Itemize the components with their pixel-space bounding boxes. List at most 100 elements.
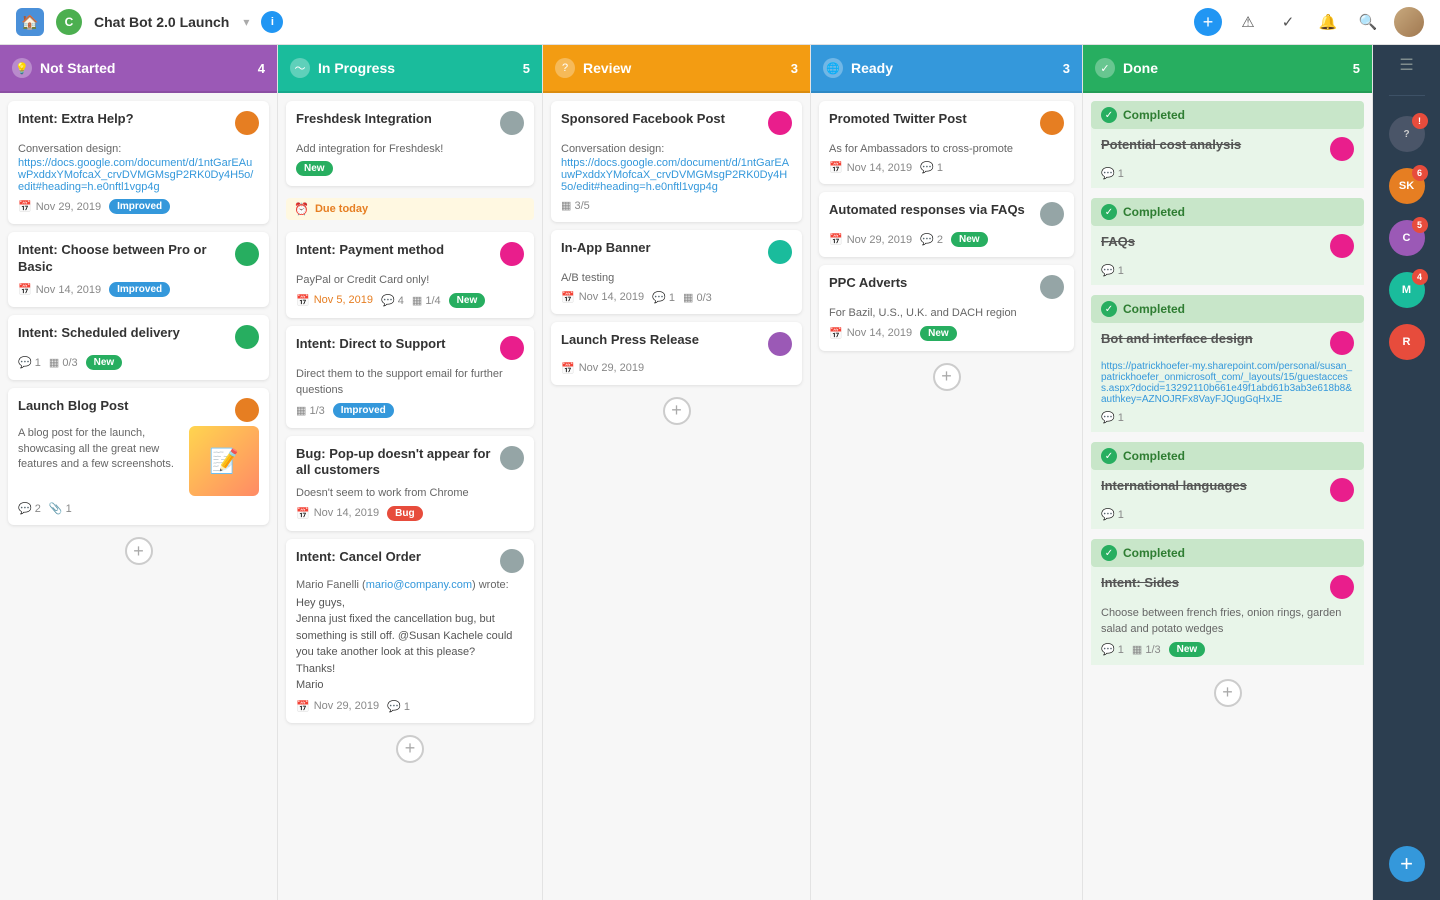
completed-label: Completed bbox=[1123, 302, 1354, 316]
add-card-ready[interactable]: + bbox=[933, 363, 961, 391]
add-button[interactable]: + bbox=[1194, 8, 1222, 36]
card-title: Bug: Pop-up doesn't appear for all custo… bbox=[296, 446, 492, 480]
card-rd1[interactable]: Promoted Twitter Post As for Ambassadors… bbox=[819, 101, 1074, 184]
card-title: Automated responses via FAQs bbox=[829, 202, 1032, 219]
card-desc: Direct them to the support email for fur… bbox=[296, 368, 503, 396]
card-ns4[interactable]: Launch Blog Post A blog post for the lau… bbox=[8, 388, 269, 525]
card-desc: For Bazil, U.S., U.K. and DACH region bbox=[829, 307, 1017, 319]
card-ip2[interactable]: Intent: Payment method PayPal or Credit … bbox=[286, 232, 534, 317]
card-title: Intent: Scheduled delivery bbox=[18, 325, 227, 342]
card-desc: Choose between french fries, onion rings… bbox=[1101, 607, 1341, 635]
card-done-3[interactable]: Bot and interface design https://patrick… bbox=[1091, 323, 1364, 432]
card-desc: Doesn't seem to work from Chrome bbox=[296, 487, 469, 499]
card-avatar bbox=[500, 242, 524, 266]
card-done-5[interactable]: Intent: Sides Choose between french frie… bbox=[1091, 567, 1364, 665]
project-logo: C bbox=[56, 9, 82, 35]
column-header-done: ✓ Done 5 bbox=[1083, 45, 1372, 93]
card-rv3[interactable]: Launch Press Release 📅Nov 29, 2019 bbox=[551, 322, 802, 385]
card-rd3[interactable]: PPC Adverts For Bazil, U.S., U.K. and DA… bbox=[819, 265, 1074, 350]
card-avatar bbox=[1330, 137, 1354, 161]
due-today-divider: ⏰ Due today bbox=[286, 198, 534, 220]
kanban-board: 💡 Not Started 4 Intent: Extra Help? Conv… bbox=[0, 45, 1440, 900]
card-desc: Add integration for Freshdesk! bbox=[296, 143, 443, 155]
card-done-4[interactable]: International languages 💬 1 bbox=[1091, 470, 1364, 529]
done-cards: ✓ Completed Potential cost analysis 💬 1 bbox=[1083, 93, 1372, 900]
column-in-progress: 〜 In Progress 5 Freshdesk Integration Ad… bbox=[278, 45, 543, 900]
user-avatar[interactable] bbox=[1394, 7, 1424, 37]
review-icon: ? bbox=[555, 58, 575, 78]
card-title: International languages bbox=[1101, 478, 1322, 495]
conor-count: 5 bbox=[1412, 217, 1428, 233]
card-desc: Conversation design: bbox=[561, 143, 664, 155]
card-ns3[interactable]: Intent: Scheduled delivery 💬 1 ▦ 0/3 New bbox=[8, 315, 269, 380]
card-ip1[interactable]: Freshdesk Integration Add integration fo… bbox=[286, 101, 534, 186]
card-avatar bbox=[768, 111, 792, 135]
card-avatar bbox=[768, 240, 792, 264]
card-done-2[interactable]: FAQs 💬 1 bbox=[1091, 226, 1364, 285]
sidebar-menu-icon[interactable]: ☰ bbox=[1399, 55, 1413, 75]
completed-section-3: ✓ Completed Bot and interface design htt… bbox=[1091, 295, 1364, 432]
card-title: Intent: Extra Help? bbox=[18, 111, 227, 128]
project-dropdown-icon[interactable]: ▾ bbox=[243, 15, 249, 29]
search-icon[interactable]: 🔍 bbox=[1354, 8, 1382, 36]
card-done-1[interactable]: Potential cost analysis 💬 1 bbox=[1091, 129, 1364, 188]
badge-new: New bbox=[920, 326, 957, 341]
email-from: Mario Fanelli (mario@company.com) wrote: bbox=[296, 579, 524, 591]
card-ip3[interactable]: Intent: Direct to Support Direct them to… bbox=[286, 326, 534, 428]
done-count: 5 bbox=[1353, 61, 1360, 76]
project-title: Chat Bot 2.0 Launch bbox=[94, 14, 229, 30]
completed-label: Completed bbox=[1123, 108, 1354, 122]
in-progress-count: 5 bbox=[523, 61, 530, 76]
sidebar-unassigned[interactable]: ? ! bbox=[1389, 116, 1425, 152]
card-desc: A/B testing bbox=[561, 272, 614, 284]
email-body: Hey guys, Jenna just fixed the cancellat… bbox=[296, 595, 524, 694]
badge-bug: Bug bbox=[387, 506, 422, 521]
badge-new: New bbox=[951, 232, 988, 247]
add-card-in-progress[interactable]: + bbox=[396, 735, 424, 763]
add-card-not-started[interactable]: + bbox=[125, 537, 153, 565]
completed-header-4: ✓ Completed bbox=[1091, 442, 1364, 470]
card-avatar bbox=[235, 242, 259, 266]
completed-check-icon: ✓ bbox=[1101, 301, 1117, 317]
card-title: Intent: Direct to Support bbox=[296, 336, 492, 353]
card-ip5[interactable]: Intent: Cancel Order Mario Fanelli (mari… bbox=[286, 539, 534, 723]
card-title: Launch Press Release bbox=[561, 332, 760, 349]
completed-section-5: ✓ Completed Intent: Sides Choose between… bbox=[1091, 539, 1364, 665]
sidebar-user-conor[interactable]: C 5 bbox=[1389, 220, 1425, 256]
sidebar-user-susan[interactable]: SK 6 bbox=[1389, 168, 1425, 204]
info-icon[interactable]: i bbox=[261, 11, 283, 33]
card-link[interactable]: https://patrickhoefer-my.sharepoint.com/… bbox=[1101, 361, 1354, 405]
badge-improved: Improved bbox=[109, 282, 170, 297]
card-title: FAQs bbox=[1101, 234, 1322, 251]
card-title: Intent: Sides bbox=[1101, 575, 1322, 592]
alert-icon[interactable]: ⚠ bbox=[1234, 8, 1262, 36]
home-icon[interactable]: 🏠 bbox=[16, 8, 44, 36]
card-avatar bbox=[235, 325, 259, 349]
completed-label: Completed bbox=[1123, 449, 1354, 463]
card-avatar bbox=[500, 549, 524, 573]
not-started-count: 4 bbox=[258, 61, 265, 76]
bell-icon[interactable]: 🔔 bbox=[1314, 8, 1342, 36]
card-rv2[interactable]: In-App Banner A/B testing 📅Nov 14, 2019 … bbox=[551, 230, 802, 313]
in-progress-title: In Progress bbox=[318, 60, 523, 76]
completed-header-5: ✓ Completed bbox=[1091, 539, 1364, 567]
card-link[interactable]: https://docs.google.com/document/d/1ntGa… bbox=[18, 157, 259, 193]
sidebar-user-mia[interactable]: M 4 bbox=[1389, 272, 1425, 308]
add-user-button[interactable]: + bbox=[1389, 846, 1425, 882]
card-title: In-App Banner bbox=[561, 240, 760, 257]
card-rd2[interactable]: Automated responses via FAQs 📅Nov 29, 20… bbox=[819, 192, 1074, 257]
card-rv1[interactable]: Sponsored Facebook Post Conversation des… bbox=[551, 101, 802, 222]
blog-post-image: 📝 bbox=[189, 426, 259, 496]
card-ns2[interactable]: Intent: Choose between Pro or Basic 📅Nov… bbox=[8, 232, 269, 307]
card-ns1[interactable]: Intent: Extra Help? Conversation design:… bbox=[8, 101, 269, 224]
completed-header-2: ✓ Completed bbox=[1091, 198, 1364, 226]
badge-improved: Improved bbox=[333, 403, 394, 418]
add-card-done[interactable]: + bbox=[1214, 679, 1242, 707]
add-card-review[interactable]: + bbox=[663, 397, 691, 425]
completed-label: Completed bbox=[1123, 546, 1354, 560]
card-link[interactable]: https://docs.google.com/document/d/1ntGa… bbox=[561, 157, 792, 193]
sidebar-user-raphaela[interactable]: R bbox=[1389, 324, 1425, 360]
card-avatar bbox=[1330, 331, 1354, 355]
card-ip4[interactable]: Bug: Pop-up doesn't appear for all custo… bbox=[286, 436, 534, 531]
checkmark-icon[interactable]: ✓ bbox=[1274, 8, 1302, 36]
